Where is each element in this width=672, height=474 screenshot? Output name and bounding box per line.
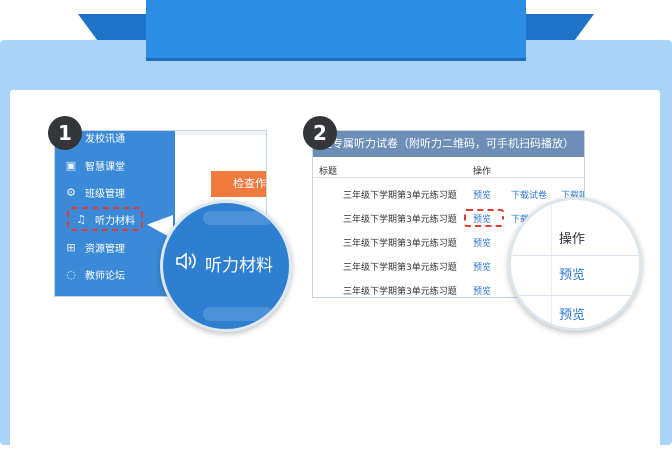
step-badge-1: 1 — [48, 116, 82, 150]
sidebar-item-class-management[interactable]: ⚙ 班级管理 — [65, 182, 125, 202]
sidebar: ✉ 发校讯通 ▣ 智慧课堂 ⚙ 班级管理 ♫ 听力材料 ⊞ 资源管理 ◌ 教师论… — [55, 131, 175, 296]
divider — [511, 255, 639, 256]
table-header: 标题 操作 — [313, 161, 584, 178]
sidebar-item-label: 教师论坛 — [85, 270, 125, 282]
check-homework-button[interactable]: 检查作 — [211, 171, 266, 197]
row-title: 三年级下学期第3单元练习题 — [343, 191, 457, 201]
gear-icon: ⚙ — [66, 185, 76, 199]
sidebar-item-label: 发校讯通 — [85, 133, 125, 145]
sidebar-item-resources[interactable]: ⊞ 资源管理 — [65, 237, 125, 257]
chat-icon: ◌ — [66, 267, 76, 281]
zoomed-listening-label: 听力材料 — [205, 256, 273, 276]
table-row: 三年级下学期第3单元练习题 预览 下载试卷 下载听 — [313, 183, 584, 205]
row-title: 三年级下学期第3单元练习题 — [343, 239, 457, 249]
zoom-bubble-right: 操作 预览 预览 — [508, 197, 642, 331]
speaker-icon: ♫ — [76, 212, 86, 226]
blurred-item — [203, 211, 273, 225]
zoom-bubble-left: 听力材料 — [160, 200, 292, 332]
column-title: 标题 — [319, 167, 338, 177]
grid-icon: ⊞ — [66, 240, 76, 254]
sidebar-item-forum[interactable]: ◌ 教师论坛 — [65, 264, 125, 284]
preview-link[interactable]: 预览 — [473, 188, 491, 201]
download-paper-link[interactable]: 下载试卷 — [511, 188, 547, 201]
row-title: 三年级下学期第3单元练习题 — [343, 263, 457, 273]
blurred-item — [203, 307, 273, 321]
zoomed-listening-item[interactable]: 听力材料 — [175, 251, 273, 276]
sidebar-item-listening[interactable]: ♫ 听力材料 — [67, 207, 143, 231]
row-title: 三年级下学期第3单元练习题 — [343, 215, 457, 225]
column-action: 操作 — [473, 167, 492, 177]
sidebar-item-label: 听力材料 — [95, 215, 135, 227]
speaker-icon — [175, 251, 197, 276]
step-badge-2: 2 — [303, 116, 337, 150]
ribbon-banner — [146, 0, 526, 61]
classroom-icon: ▣ — [65, 158, 77, 172]
top-strip — [175, 131, 266, 135]
preview-link[interactable]: 预览 — [473, 260, 491, 273]
sidebar-item-label: 智慧课堂 — [85, 161, 125, 173]
zoomed-preview-link[interactable]: 预览 — [559, 264, 585, 283]
table-title: 区专属听力试卷（附听力二维码，可手机扫码播放） — [313, 131, 584, 157]
sidebar-item-label: 班级管理 — [85, 188, 125, 200]
sidebar-item-classroom[interactable]: ▣ 智慧课堂 — [65, 155, 125, 175]
divider — [511, 295, 639, 296]
sidebar-item-label: 资源管理 — [85, 243, 125, 255]
preview-link[interactable]: 预览 — [473, 236, 491, 249]
zoomed-action-header: 操作 — [559, 232, 586, 247]
row-title: 三年级下学期第3单元练习题 — [343, 287, 457, 297]
zoomed-preview-link[interactable]: 预览 — [559, 304, 585, 323]
divider — [551, 200, 552, 328]
preview-link[interactable]: 预览 — [473, 284, 491, 297]
